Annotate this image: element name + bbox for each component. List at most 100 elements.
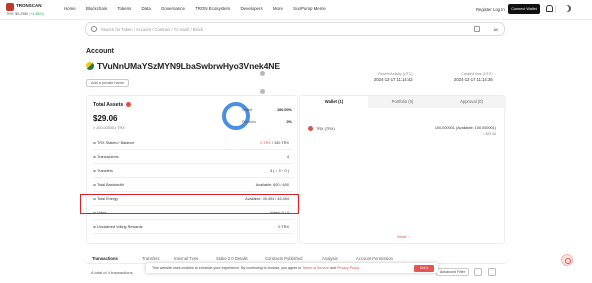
transactions-count: A total of 4 transactions [91, 270, 133, 275]
legend-portfolio-pct: 0% [286, 120, 293, 124]
qr-scan-icon[interactable] [474, 26, 480, 32]
created-time-value: 2024-12-17 11:14:36 [454, 77, 493, 82]
terms-link[interactable]: Terms of Service [302, 266, 329, 270]
calendar-icon[interactable] [474, 268, 482, 276]
trx-price: TRX: $0.2980 (+4.86%) [6, 12, 44, 16]
more-link[interactable]: More › [300, 234, 506, 239]
row-bandwidth: Total Bandwidth Available: 600 / 600 [93, 178, 293, 192]
search-filter-select[interactable]: All [494, 27, 498, 32]
cookie-message: This website uses cookies to enhance you… [152, 266, 359, 270]
tronscan-logo-icon[interactable] [6, 3, 14, 11]
created-time-label: Created time (UTC) [461, 72, 493, 76]
search-bar[interactable]: Search for Token / Account / Contract / … [85, 22, 505, 36]
token-name[interactable]: TRX (TRX) [316, 127, 335, 131]
row-label: TRX Staked / Balance [92, 141, 135, 145]
tab-analysis[interactable]: Analysis [322, 256, 338, 261]
tab-transactions[interactable]: Transactions [92, 256, 118, 261]
trx-price-change: (+4.86%) [29, 12, 44, 16]
nav-link-blockchain[interactable]: Blockchain [86, 6, 107, 11]
row-unclaimed-rewards: Unclaimed Voting Rewards 0 TRX [93, 220, 293, 234]
assets-legend: Wallet 100.00% Portfolio 0% [242, 108, 292, 132]
cookie-text: This website uses cookies to enhance you… [152, 266, 302, 270]
legend-wallet-pct: 100.00% [277, 108, 292, 112]
row-label: Transactions [93, 155, 119, 159]
privacy-link[interactable]: Privacy Policy [337, 266, 359, 270]
row-value: 3 ( ↓ 3 ↑ 0 ) [270, 169, 289, 173]
search-icon [91, 26, 97, 32]
tab-wallet[interactable]: Wallet (1) [300, 96, 368, 108]
search-input[interactable]: Search for Token / Account / Contract / … [101, 27, 203, 32]
register-link[interactable]: Register [476, 7, 492, 12]
bell-icon[interactable] [546, 5, 553, 12]
nav-link-more[interactable]: More [273, 6, 283, 11]
nav-link-governance[interactable]: Governance [161, 6, 185, 11]
recent-activity-value: 2024-12-17 11:14:42 [374, 77, 413, 82]
nav-link-sunpump[interactable]: SunPump Meme [293, 6, 326, 11]
tab-stake-details[interactable]: Stake 2.0 Details [216, 256, 248, 261]
tab-internal-txns[interactable]: Internal Txns [174, 256, 198, 261]
info-icon[interactable] [126, 102, 131, 107]
cookie-accept-button[interactable]: Got it [414, 264, 434, 272]
wallet-card: Wallet (1) Portfolio (0) Approval (0) TR… [299, 95, 506, 244]
balance-value: / 100 TRX [270, 141, 289, 145]
top-nav: TRONSCAN TRX: $0.2980 (+4.86%) Home Bloc… [0, 0, 592, 20]
support-icon[interactable] [561, 254, 573, 266]
copy-icon[interactable] [260, 71, 265, 76]
wallet-tabs: Wallet (1) Portfolio (0) Approval (0) [300, 96, 506, 108]
moon-icon[interactable] [564, 5, 571, 12]
legend-wallet: Wallet 100.00% [242, 108, 292, 120]
cookie-and: and [329, 266, 336, 270]
created-time: Created time (UTC) 2024-12-17 11:14:36 [454, 72, 493, 82]
row-trx-staked: TRX Staked / Balance 0 TRX / 100 TRX [92, 136, 293, 150]
trx-token-icon [308, 126, 313, 131]
nav-link-data[interactable]: Data [141, 6, 150, 11]
recent-activity-label: Recent Activity (UTC) [378, 72, 413, 76]
qr-code-icon[interactable] [260, 89, 265, 94]
total-assets-title: Total Assets [93, 102, 124, 108]
staked-value[interactable]: 0 TRX [260, 141, 271, 145]
legend-portfolio-label: Portfolio [242, 120, 256, 124]
asset-rows: TRX Staked / Balance 0 TRX / 100 TRX Tra… [92, 136, 293, 234]
assets-card: Total Assets $29.06 ≈ 100.000001 TRX Wal… [86, 95, 298, 244]
token-row-trx[interactable]: TRX (TRX) 100.000001 (Available: 100.000… [306, 126, 500, 136]
row-value: 4 [286, 155, 289, 159]
row-value: 0 TRX [278, 225, 289, 229]
nav-links: Home Blockchain Tokens Data Governance T… [64, 6, 335, 11]
legend-wallet-label: Wallet [242, 108, 253, 112]
row-value: Available: 600 / 600 [255, 183, 289, 187]
total-assets-value: $29.06 [93, 114, 118, 123]
tab-portfolio[interactable]: Portfolio (0) [368, 96, 437, 108]
token-balance: 100.000001 (Available: 100.000001) [434, 126, 496, 130]
row-label: Total Bandwidth [93, 183, 124, 187]
advanced-filter-button[interactable]: Advanced Filter [436, 268, 469, 276]
tab-transfers[interactable]: Transfers [142, 256, 160, 261]
recent-activity: Recent Activity (UTC) 2024-12-17 11:14:4… [374, 72, 413, 82]
add-private-name-button[interactable]: Add a private name [86, 79, 129, 87]
legend-portfolio: Portfolio 0% [242, 120, 292, 132]
account-title: Account [86, 48, 114, 55]
divider [555, 5, 556, 13]
tab-account-permission[interactable]: Account Permission [356, 256, 393, 261]
connect-wallet-button[interactable]: Connect Wallet [508, 4, 540, 14]
trx-price-value: TRX: $0.2980 [6, 12, 29, 16]
nav-link-home[interactable]: Home [64, 6, 76, 11]
row-transfers: Transfers 3 ( ↓ 3 ↑ 0 ) [93, 164, 293, 178]
account-avatar [86, 62, 94, 70]
nav-link-developers[interactable]: Developers [240, 6, 262, 11]
login-link[interactable]: Log In [493, 7, 505, 12]
download-icon[interactable] [488, 268, 496, 276]
total-energy-highlight-box [80, 194, 299, 214]
nav-link-ecosystem[interactable]: TRON Ecosystem [195, 6, 230, 11]
account-address: TVuNnUMaYSzMYN9LbaSwbrwHyo3Vnek4NE [97, 61, 280, 71]
row-transactions: Transactions 4 [93, 150, 293, 164]
row-value: 0 TRX / 100 TRX [260, 141, 289, 145]
nav-link-tokens[interactable]: Tokens [117, 6, 131, 11]
tab-approval[interactable]: Approval (0) [437, 96, 506, 108]
token-usd-value: ≈ $29.06 [482, 132, 496, 136]
cookie-banner: This website uses cookies to enhance you… [146, 263, 438, 273]
row-label: Unclaimed Voting Rewards [93, 225, 143, 229]
brand-name[interactable]: TRONSCAN [16, 3, 42, 8]
tab-contracts-published[interactable]: Contracts Published [265, 256, 302, 261]
row-label: Transfers [93, 169, 113, 173]
total-assets-trx: ≈ 100.000001 TRX [93, 126, 125, 130]
